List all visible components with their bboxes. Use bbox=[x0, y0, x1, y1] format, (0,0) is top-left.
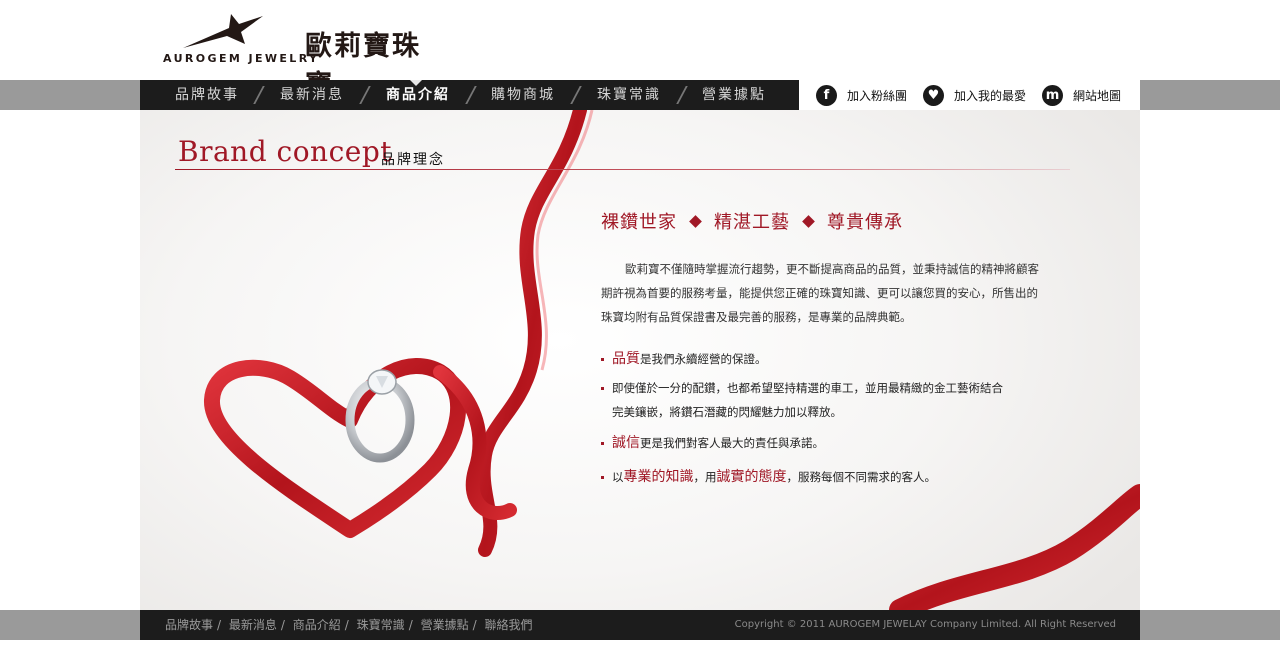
page-title: Brand concept bbox=[178, 135, 393, 168]
tagline: 裸鑽世家 精湛工藝 尊貴傳承 bbox=[601, 208, 903, 234]
point-text: 更是我們對客人最大的責任與承諾。 bbox=[640, 436, 824, 450]
nav-separator bbox=[676, 86, 688, 104]
point-text: 即使僅於一分的配鑽，也都希望堅持精選的車工，並用最精緻的金工藝術結合 bbox=[612, 381, 1003, 395]
copyright-text: Copyright © 2011 AUROGEM JEWELAY Company… bbox=[734, 619, 1116, 630]
bullet-icon bbox=[601, 358, 604, 361]
point-text: 以 bbox=[612, 470, 624, 484]
hero-section: Brand concept 品牌理念 裸鑽世家 精湛工藝 尊貴傳承 歐莉寶不僅隨… bbox=[140, 110, 1140, 610]
diamond-bullet-icon bbox=[802, 214, 815, 228]
tagline-1: 裸鑽世家 bbox=[601, 212, 677, 233]
point-service: 以專業的知識，用誠實的態度，服務每個不同需求的客人。 bbox=[601, 466, 936, 486]
nav-separator bbox=[465, 86, 477, 104]
footer-link-news[interactable]: 最新消息 bbox=[229, 618, 277, 632]
add-favorite-link[interactable]: ♥ 加入我的最愛 bbox=[923, 84, 1026, 106]
footer-separator: / bbox=[280, 618, 285, 632]
footer-links: 品牌故事 / 最新消息 / 商品介紹 / 珠寶常識 / 營業據點 / 聯絡我們 bbox=[165, 610, 532, 640]
brand-logo[interactable]: AUROGEM JEWELRY 歐莉寶珠寶 bbox=[163, 14, 443, 101]
diamond-bullet-icon bbox=[689, 214, 702, 228]
brand-name-en: AUROGEM JEWELRY bbox=[163, 52, 320, 65]
tagline-2: 精湛工藝 bbox=[714, 212, 790, 233]
heart-icon: ♥ bbox=[923, 84, 944, 106]
point-text-cont: 完美鑲嵌，將鑽石潛藏的閃耀魅力加以釋放。 bbox=[612, 405, 842, 419]
bullet-icon bbox=[601, 442, 604, 445]
sitemap-label: 網站地圖 bbox=[1073, 88, 1122, 103]
join-fans-link[interactable]: f 加入粉絲團 bbox=[816, 84, 907, 106]
footer-link-contact[interactable]: 聯絡我們 bbox=[484, 618, 532, 632]
star-logo-icon bbox=[183, 14, 263, 48]
nav-separator bbox=[359, 86, 371, 104]
footer-separator: / bbox=[408, 618, 413, 632]
nav-item-brand-story[interactable]: 品牌故事 bbox=[175, 80, 239, 110]
sitemap-link[interactable]: m 網站地圖 bbox=[1042, 84, 1121, 106]
nav-item-shop[interactable]: 購物商城 bbox=[491, 80, 555, 110]
header: AUROGEM JEWELRY 歐莉寶珠寶 bbox=[0, 0, 1280, 101]
sitemap-icon: m bbox=[1042, 84, 1063, 106]
page-subtitle: 品牌理念 bbox=[381, 152, 445, 168]
bullet-icon bbox=[601, 387, 604, 390]
nav-item-jewelry-knowledge[interactable]: 珠寶常識 bbox=[597, 80, 661, 110]
nav-separator bbox=[253, 86, 265, 104]
intro-text: 歐莉寶不僅隨時掌握流行趨勢，更不斷提高商品的品質，並秉持誠信的精神將顧客期許視為… bbox=[601, 257, 1041, 329]
point-highlight: 誠實的態度 bbox=[716, 469, 787, 485]
footer: 品牌故事 / 最新消息 / 商品介紹 / 珠寶常識 / 營業據點 / 聯絡我們 Copyr… bbox=[140, 610, 1140, 640]
point-integrity: 誠信更是我們對客人最大的責任與承諾。 bbox=[601, 432, 824, 452]
tagline-3: 尊貴傳承 bbox=[827, 212, 903, 233]
point-text: ，用 bbox=[693, 470, 717, 484]
nav-separator bbox=[570, 86, 582, 104]
add-favorite-label: 加入我的最愛 bbox=[954, 88, 1027, 103]
intro-paragraph: 歐莉寶不僅隨時掌握流行趨勢，更不斷提高商品的品質，並秉持誠信的精神將顧客期許視為… bbox=[601, 262, 1039, 324]
footer-separator: / bbox=[472, 618, 477, 632]
facebook-icon: f bbox=[816, 84, 837, 106]
nav-item-locations[interactable]: 營業據點 bbox=[702, 80, 766, 110]
point-quality: 品質是我們永續經營的保證。 bbox=[601, 348, 767, 368]
footer-link-jewelry-knowledge[interactable]: 珠寶常識 bbox=[357, 618, 405, 632]
nav-item-products[interactable]: 商品介紹 bbox=[386, 80, 450, 110]
main-nav: 品牌故事 最新消息 商品介紹 購物商城 珠寶常識 營業據點 bbox=[140, 80, 799, 110]
point-highlight: 專業的知識 bbox=[623, 469, 694, 485]
point-text: ，服務每個不同需求的客人。 bbox=[786, 470, 937, 484]
bullet-icon bbox=[601, 476, 604, 479]
footer-separator: / bbox=[217, 618, 222, 632]
footer-link-products[interactable]: 商品介紹 bbox=[293, 618, 341, 632]
point-highlight: 誠信 bbox=[612, 435, 640, 451]
social-links: f 加入粉絲團 ♥ 加入我的最愛 m 網站地圖 bbox=[799, 80, 1140, 110]
join-fans-label: 加入粉絲團 bbox=[847, 88, 908, 103]
nav-item-news[interactable]: 最新消息 bbox=[280, 80, 344, 110]
footer-separator: / bbox=[344, 618, 349, 632]
footer-link-brand-story[interactable]: 品牌故事 bbox=[165, 618, 213, 632]
footer-link-locations[interactable]: 營業據點 bbox=[421, 618, 469, 632]
point-craft: 即使僅於一分的配鑽，也都希望堅持精選的車工，並用最精緻的金工藝術結合 完美鑲嵌，… bbox=[601, 380, 1003, 420]
point-text: 是我們永續經營的保證。 bbox=[640, 352, 767, 366]
title-divider bbox=[175, 169, 1070, 170]
point-highlight: 品質 bbox=[612, 351, 640, 367]
